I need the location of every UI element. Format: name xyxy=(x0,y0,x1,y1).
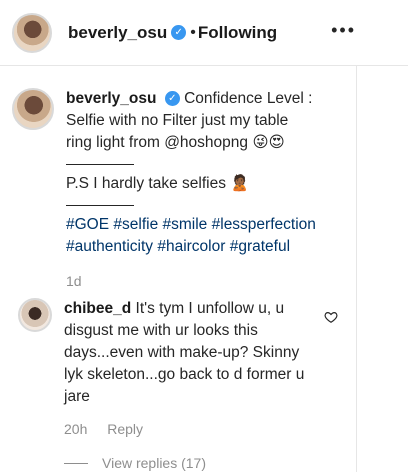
caption-text: ring light from @hoshopng 😜😍 xyxy=(66,134,285,151)
comment-timestamp[interactable]: 20h xyxy=(64,421,87,437)
post-timestamp[interactable]: 1d xyxy=(66,270,316,292)
caption-avatar[interactable] xyxy=(12,88,54,130)
caption-divider xyxy=(66,205,134,206)
view-replies-line xyxy=(64,462,88,464)
post-header: beverly_osu ✓ • Following ••• xyxy=(0,0,408,66)
view-replies-label: View replies (17) xyxy=(102,455,207,471)
header-avatar[interactable] xyxy=(12,12,52,53)
comment-meta: 20h Reply xyxy=(64,418,314,440)
heart-outline-icon[interactable] xyxy=(324,310,338,324)
panel-divider xyxy=(356,66,357,472)
hashtag-link[interactable]: #selfie xyxy=(113,216,158,233)
hashtag-link[interactable]: #lessperfection xyxy=(212,216,316,233)
hashtag-link[interactable]: #GOE xyxy=(66,216,109,233)
reply-button[interactable]: Reply xyxy=(107,421,143,437)
separator-dot: • xyxy=(190,23,196,41)
comment-item: chibee_d It's tym I unfollow u, u disgus… xyxy=(18,298,348,472)
comment-avatar[interactable] xyxy=(18,298,52,332)
hashtag-link[interactable]: #grateful xyxy=(230,238,290,255)
hashtag-link[interactable]: #haircolor xyxy=(157,238,225,255)
verified-badge-icon: ✓ xyxy=(164,91,180,107)
caption-divider xyxy=(66,164,134,165)
hashtag-link[interactable]: #authenticity xyxy=(66,238,153,255)
hashtag-list: #GOE #selfie #smile #lessperfection #aut… xyxy=(66,214,316,258)
following-button[interactable]: Following xyxy=(198,23,277,43)
caption-ps: P.S I hardly take selfies 🙎🏾 xyxy=(66,175,250,192)
comment-username[interactable]: chibee_d xyxy=(64,300,131,317)
post-caption: beverly_osu ✓ Confidence Level : Selfie … xyxy=(12,88,352,292)
more-options-icon[interactable]: ••• xyxy=(331,20,356,41)
header-username[interactable]: beverly_osu xyxy=(68,23,167,43)
verified-badge-icon: ✓ xyxy=(171,25,187,40)
caption-text: Confidence Level : xyxy=(184,90,313,107)
view-replies-button[interactable]: View replies (17) xyxy=(64,452,314,472)
caption-username[interactable]: beverly_osu xyxy=(66,90,156,107)
caption-body: beverly_osu ✓ Confidence Level : Selfie … xyxy=(66,88,316,292)
comment-body: chibee_d It's tym I unfollow u, u disgus… xyxy=(64,298,314,472)
hashtag-link[interactable]: #smile xyxy=(163,216,208,233)
caption-text: Selfie with no Filter just my table xyxy=(66,112,289,129)
